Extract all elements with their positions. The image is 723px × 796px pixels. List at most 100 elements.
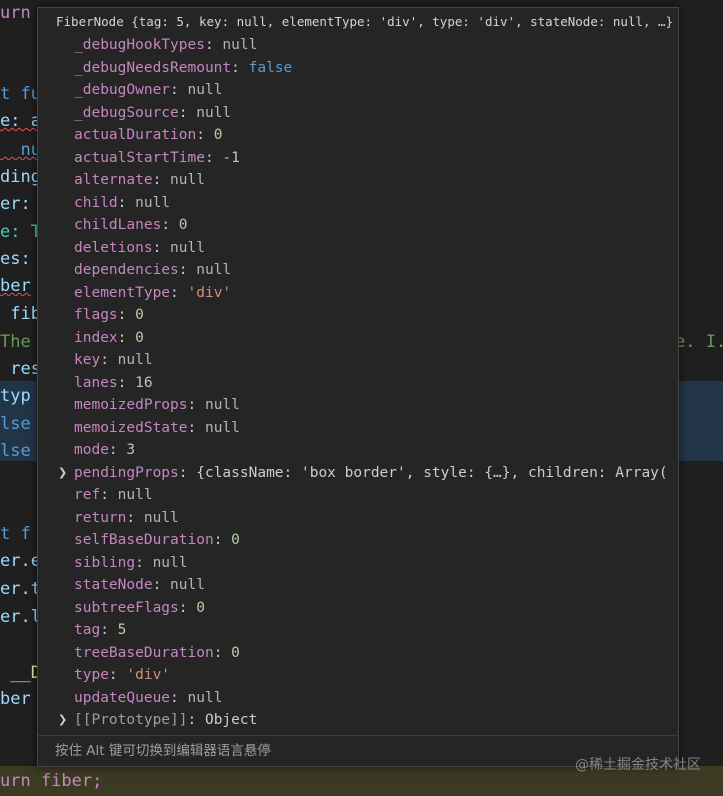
property-key: pendingProps xyxy=(74,464,179,481)
property-row: ref: null xyxy=(74,487,153,503)
property-key: child xyxy=(74,194,118,211)
watermark: @稀土掘金技术社区 xyxy=(575,757,701,773)
property-row: lanes: 16 xyxy=(74,374,153,391)
property-value: null xyxy=(204,419,240,436)
property-row: child: null xyxy=(74,194,171,211)
property-row: stateNode: null xyxy=(74,577,205,593)
property-value: null xyxy=(117,487,153,503)
property-key: sibling xyxy=(74,554,136,571)
property-row: _debugSource: null xyxy=(74,104,232,121)
property-value: null xyxy=(117,352,153,368)
property-row: return: null xyxy=(74,509,179,526)
code-line: er.e xyxy=(0,551,41,571)
property-key: subtreeFlags xyxy=(74,599,179,616)
property-row: type: 'div' xyxy=(74,667,171,683)
code-line: res xyxy=(0,359,41,379)
property-row: subtreeFlags: 0 xyxy=(74,599,205,616)
property-value: 0 xyxy=(231,644,240,661)
property-value: false xyxy=(248,59,293,76)
property-value: null xyxy=(135,194,171,211)
code-comment-fragment: e. I. xyxy=(675,332,723,352)
property-value: null xyxy=(196,262,232,278)
property-key: mode xyxy=(74,442,109,458)
property-row[interactable]: [[Prototype]]: Object xyxy=(74,709,257,731)
property-value: null xyxy=(222,37,258,53)
property-row: _debugOwner: null xyxy=(74,82,223,98)
code-line: lse xyxy=(0,414,31,434)
property-row: dependencies: null xyxy=(74,262,232,278)
property-row: updateQueue: null xyxy=(74,689,223,706)
property-key: memoizedProps xyxy=(74,397,188,413)
property-row: _debugHookTypes: null xyxy=(74,37,258,53)
property-value: 3 xyxy=(126,442,136,458)
property-key: actualStartTime xyxy=(74,149,205,166)
code-line: e: T xyxy=(0,222,41,242)
property-key: alternate xyxy=(74,172,153,188)
code-line: ding xyxy=(0,167,41,187)
code-line: typ xyxy=(0,386,31,406)
property-key: treeBaseDuration xyxy=(74,644,214,661)
property-value: -1 xyxy=(222,149,240,166)
property-row: elementType: 'div' xyxy=(74,284,232,301)
code-line: nu xyxy=(0,140,41,160)
code-line: ber xyxy=(0,689,31,709)
property-row: memoizedProps: null xyxy=(74,397,240,413)
property-row: deletions: null xyxy=(74,239,205,256)
property-value: null xyxy=(152,554,188,571)
property-row: mode: 3 xyxy=(74,442,136,458)
code-line: t f xyxy=(0,524,31,544)
code-line: ber xyxy=(0,276,31,296)
property-value: Object xyxy=(204,712,258,728)
property-value: null xyxy=(187,689,223,706)
property-value: null xyxy=(170,172,205,188)
property-key: dependencies xyxy=(74,262,179,278)
property-row[interactable]: pendingProps: {className: 'box border', … xyxy=(74,462,668,484)
code-line: __D xyxy=(0,663,41,683)
code-line: es: xyxy=(0,249,31,269)
hover-footer-hint: 按住 Alt 键可切换到编辑器语言悬停 xyxy=(55,743,271,759)
code-line: er.l xyxy=(0,607,41,627)
property-key: flags xyxy=(74,307,118,323)
code-line: lse xyxy=(0,441,31,461)
property-key: memoizedState xyxy=(74,419,188,436)
property-value: null xyxy=(196,104,232,121)
property-key: elementType xyxy=(74,284,171,301)
property-value: 0 xyxy=(135,307,144,323)
debug-hover-widget[interactable]: FiberNode {tag: 5, key: null, elementTyp… xyxy=(37,7,679,767)
property-value: {className: 'box border', style: {…}, ch… xyxy=(196,464,668,481)
property-key: updateQueue xyxy=(74,689,171,706)
property-key: key xyxy=(74,352,101,368)
property-value: 0 xyxy=(178,217,188,233)
property-value: 5 xyxy=(117,622,127,638)
code-line: t fu xyxy=(0,84,41,104)
property-value: null xyxy=(170,577,205,593)
property-value: null xyxy=(143,509,179,526)
property-key: childLanes xyxy=(74,217,162,233)
code-line: fib xyxy=(0,304,41,324)
property-row: alternate: null xyxy=(74,172,205,188)
property-value: 0 xyxy=(231,532,240,548)
property-row: tag: 5 xyxy=(74,622,127,638)
chevron-right-icon[interactable]: ❯ xyxy=(58,709,70,731)
property-key: deletions xyxy=(74,239,153,256)
property-value: null xyxy=(187,82,223,98)
property-row: key: null xyxy=(74,352,153,368)
chevron-right-icon[interactable]: ❯ xyxy=(58,462,70,484)
property-value: 0 xyxy=(135,329,144,346)
property-row: memoizedState: null xyxy=(74,419,240,436)
code-line: e: a xyxy=(0,111,41,131)
property-row: childLanes: 0 xyxy=(74,217,188,233)
property-row: flags: 0 xyxy=(74,307,144,323)
property-value: 16 xyxy=(135,374,153,391)
property-key: lanes xyxy=(74,374,118,391)
property-value: 'div' xyxy=(187,284,232,301)
code-line: The xyxy=(0,332,31,352)
property-key: actualDuration xyxy=(74,127,197,143)
property-key: tag xyxy=(74,622,101,638)
property-key: type xyxy=(74,667,109,683)
code-line: er: xyxy=(0,194,31,214)
property-row: _debugNeedsRemount: false xyxy=(74,59,293,76)
property-key: _debugHookTypes xyxy=(74,37,205,53)
property-key: selfBaseDuration xyxy=(74,532,214,548)
property-value: 0 xyxy=(196,599,205,616)
